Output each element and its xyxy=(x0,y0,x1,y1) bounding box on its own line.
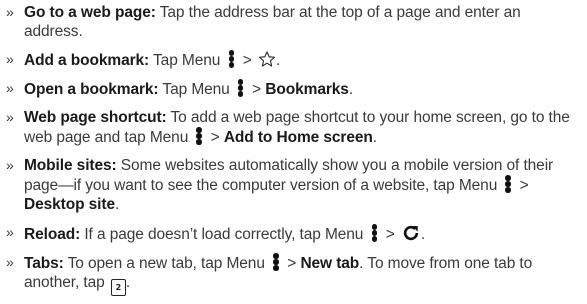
item-title: Open a bookmark: xyxy=(24,81,159,98)
menu-action-label: Add to Home screen xyxy=(223,129,373,146)
list-item-mobile-sites: » Mobile sites: Some websites automatica… xyxy=(6,157,554,213)
item-title: Mobile sites: xyxy=(24,157,117,174)
reload-icon xyxy=(403,225,419,241)
menu-icon xyxy=(369,224,381,242)
bullet-chevron-icon: » xyxy=(6,157,14,173)
bullet-chevron-icon: » xyxy=(6,254,14,270)
item-title: Go to a web page: xyxy=(24,4,156,21)
menu-icon xyxy=(502,175,514,193)
menu-icon xyxy=(270,253,282,271)
list-item-web-page-shortcut: » Web page shortcut: To add a web page s… xyxy=(6,109,570,146)
list-item-tabs: » Tabs: To open a new tab, tap Menu > Ne… xyxy=(4,253,581,296)
item-title: Reload: xyxy=(24,226,81,243)
instruction-list: » Go to a web page: Tap the address bar … xyxy=(0,0,587,296)
tab-switcher-icon: 2 xyxy=(110,279,126,296)
menu-icon xyxy=(226,50,238,68)
list-item-add-bookmark: » Add a bookmark: Tap Menu > . xyxy=(6,50,281,69)
bullet-chevron-icon: » xyxy=(6,224,14,240)
menu-action-label: New tab xyxy=(300,255,360,272)
menu-action-label: Bookmarks xyxy=(265,81,349,98)
item-title: Web page shortcut: xyxy=(24,109,167,126)
list-item-open-bookmark: » Open a bookmark: Tap Menu > Bookmarks. xyxy=(6,79,354,98)
bullet-chevron-icon: » xyxy=(6,4,14,20)
menu-icon xyxy=(193,127,205,145)
menu-icon xyxy=(235,79,247,97)
star-icon xyxy=(258,51,275,67)
bullet-chevron-icon: » xyxy=(6,51,14,67)
menu-action-label: Desktop site xyxy=(24,196,115,213)
item-title: Tabs: xyxy=(24,255,64,272)
bullet-chevron-icon: » xyxy=(6,109,14,125)
bullet-chevron-icon: » xyxy=(6,80,14,96)
list-item-go-to-web-page: » Go to a web page: Tap the address bar … xyxy=(4,3,581,41)
list-item-reload: » Reload: If a page doesn’t load correct… xyxy=(6,224,426,243)
item-title: Add a bookmark: xyxy=(24,52,150,69)
